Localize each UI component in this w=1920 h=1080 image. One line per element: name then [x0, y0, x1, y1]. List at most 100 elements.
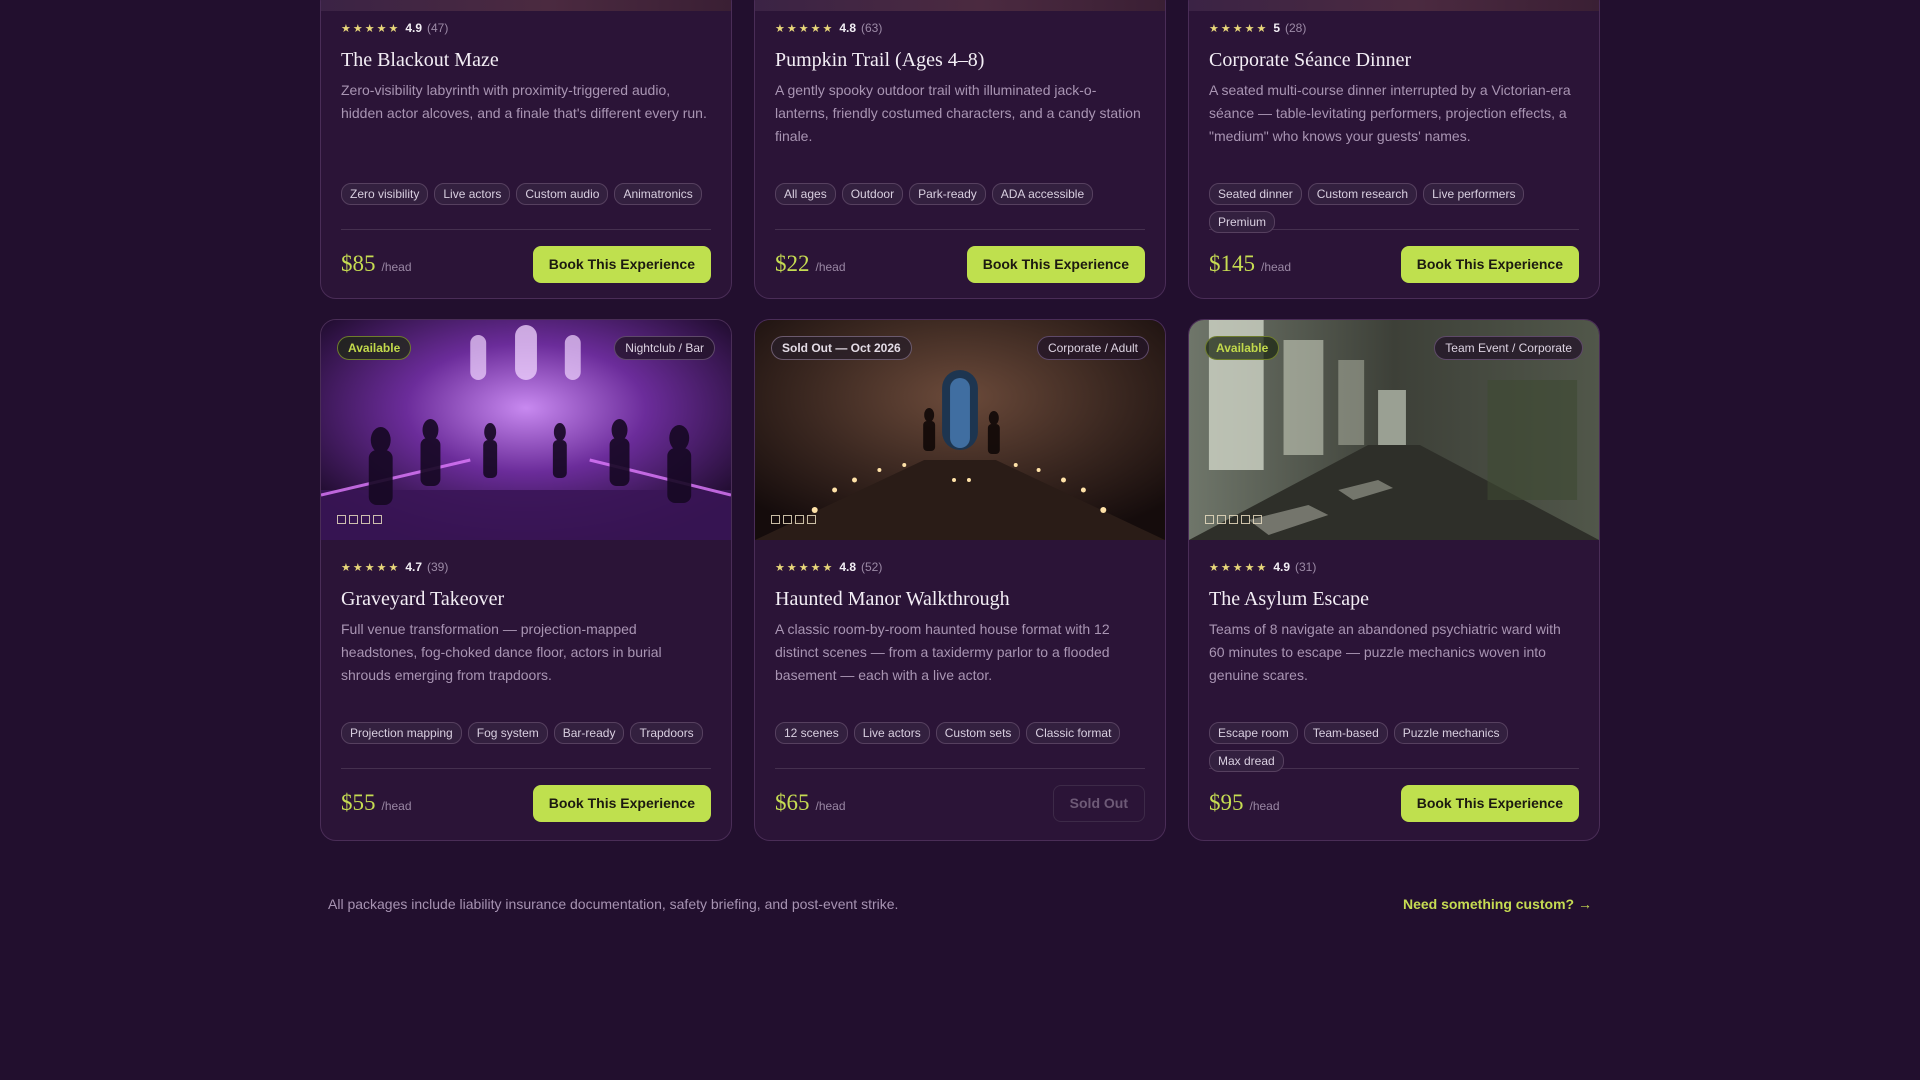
tag: Park-ready — [909, 183, 986, 205]
dot-icon — [1205, 515, 1214, 524]
tag: Custom audio — [516, 183, 609, 205]
tag: Custom sets — [935, 722, 1021, 744]
card-footer: $95 /head Book This Experience — [1209, 769, 1579, 837]
rating-count: (28) — [1285, 21, 1307, 35]
tag: Seated dinner — [1209, 183, 1302, 205]
card-footer: $22 /head Book This Experience — [775, 230, 1145, 298]
tag: Outdoor — [841, 183, 904, 205]
rating-count: (39) — [427, 560, 449, 574]
card-footer: $55 /head Book This Experience — [341, 769, 711, 837]
dot-icon — [1241, 515, 1250, 524]
tag: Projection mapping — [341, 722, 462, 744]
card-title: Corporate Séance Dinner — [1209, 49, 1412, 71]
dot-icon — [349, 515, 358, 524]
rating: ★★★★★ 4.9 (47) — [341, 19, 711, 37]
price: $85 /head — [341, 251, 412, 277]
tag-list: 12 scenes Live actors Custom sets Classi… — [775, 722, 1145, 768]
price: $145 /head — [1209, 251, 1291, 277]
image-dots — [771, 515, 816, 524]
card-description: A seated multi-course dinner interrupted… — [1209, 82, 1571, 144]
dot-icon — [1229, 515, 1238, 524]
status-badge: Available — [1205, 336, 1280, 360]
price: $65 /head — [775, 790, 846, 816]
dot-icon — [795, 515, 804, 524]
price-unit: /head — [1249, 799, 1280, 813]
card-footer: $65 /head Sold Out — [775, 769, 1145, 837]
rating-score: 4.8 — [839, 21, 856, 35]
card-description: Zero-visibility labyrinth with proximity… — [341, 82, 707, 121]
package-card-asylum-escape: Available Team Event / Corporate ★★★★★ 4… — [1188, 319, 1600, 841]
packages-grid: ★★★★★ 4.9 (47) The Blackout Maze Zero-vi… — [320, 0, 1600, 841]
dot-icon — [807, 515, 816, 524]
dot-icon — [361, 515, 370, 524]
card-description: A gently spooky outdoor trail with illum… — [775, 82, 1141, 144]
card-footer: $85 /head Book This Experience — [341, 230, 711, 298]
tag: Max dread — [1209, 750, 1284, 772]
card-description: Teams of 8 navigate an abandoned psychia… — [1209, 621, 1561, 683]
dot-icon — [1217, 515, 1226, 524]
package-card-blackout-maze: ★★★★★ 4.9 (47) The Blackout Maze Zero-vi… — [320, 0, 732, 299]
tag: Live actors — [434, 183, 511, 205]
card-title: Pumpkin Trail (Ages 4–8) — [775, 49, 985, 71]
tag: Live performers — [1423, 183, 1525, 205]
rating-score: 4.8 — [839, 560, 856, 574]
card-image-strip — [1189, 0, 1599, 11]
stars-icon: ★★★★★ — [341, 561, 401, 574]
stars-icon: ★★★★★ — [1209, 561, 1269, 574]
tag-list: Seated dinner Custom research Live perfo… — [1209, 183, 1579, 233]
tag: Zero visibility — [341, 183, 429, 205]
stars-icon: ★★★★★ — [341, 22, 401, 35]
book-experience-button[interactable]: Book This Experience — [532, 784, 711, 822]
rating-score: 4.7 — [405, 560, 422, 574]
card-image-strip — [321, 0, 731, 11]
stars-icon: ★★★★★ — [775, 22, 835, 35]
rating-score: 5 — [1273, 21, 1280, 35]
tag: Puzzle mechanics — [1393, 722, 1509, 744]
tag: 12 scenes — [775, 722, 848, 744]
category-badge: Team Event / Corporate — [1434, 336, 1583, 360]
rating-count: (52) — [861, 560, 883, 574]
custom-request-link[interactable]: Need something custom? → — [1403, 896, 1592, 912]
rating: ★★★★★ 5 (28) — [1209, 19, 1579, 37]
price: $95 /head — [1209, 790, 1280, 816]
book-experience-button[interactable]: Book This Experience — [966, 245, 1145, 283]
tag: Escape room — [1209, 722, 1298, 744]
price-unit: /head — [1261, 260, 1292, 274]
package-card-haunted-manor: Sold Out — Oct 2026 Corporate / Adult ★★… — [754, 319, 1166, 841]
image-dots — [1205, 515, 1262, 524]
price-value: $22 — [775, 251, 810, 276]
stars-icon: ★★★★★ — [1209, 22, 1269, 35]
tag: Custom research — [1307, 183, 1418, 205]
card-footer: $145 /head Book This Experience — [1209, 230, 1579, 298]
price-value: $55 — [341, 790, 376, 815]
price-value: $145 — [1209, 251, 1255, 276]
rating: ★★★★★ 4.9 (31) — [1209, 558, 1579, 576]
package-card-seance-dinner: ★★★★★ 5 (28) Corporate Séance Dinner A s… — [1188, 0, 1600, 299]
image-dots — [337, 515, 382, 524]
tag: Classic format — [1026, 722, 1121, 744]
price-unit: /head — [381, 260, 412, 274]
tag: Live actors — [853, 722, 930, 744]
tag: Bar-ready — [553, 722, 625, 744]
sold-out-button[interactable]: Sold Out — [1052, 784, 1145, 822]
card-image-strip — [755, 0, 1165, 11]
tag: Team-based — [1303, 722, 1388, 744]
rating-count: (47) — [427, 21, 449, 35]
book-experience-button[interactable]: Book This Experience — [532, 245, 711, 283]
tag: Animatronics — [614, 183, 702, 205]
book-experience-button[interactable]: Book This Experience — [1400, 245, 1579, 283]
card-title: Graveyard Takeover — [341, 588, 505, 610]
card-image: Available Nightclub / Bar — [321, 320, 731, 540]
rating-count: (31) — [1295, 560, 1317, 574]
dot-icon — [771, 515, 780, 524]
dot-icon — [783, 515, 792, 524]
price-value: $65 — [775, 790, 810, 815]
book-experience-button[interactable]: Book This Experience — [1400, 784, 1579, 822]
rating-score: 4.9 — [1273, 560, 1290, 574]
tag-list: All ages Outdoor Park-ready ADA accessib… — [775, 183, 1145, 229]
dot-icon — [337, 515, 346, 524]
packages-note: All packages include liability insurance… — [328, 896, 899, 912]
price-unit: /head — [815, 260, 846, 274]
card-image: Sold Out — Oct 2026 Corporate / Adult — [755, 320, 1165, 540]
dot-icon — [373, 515, 382, 524]
